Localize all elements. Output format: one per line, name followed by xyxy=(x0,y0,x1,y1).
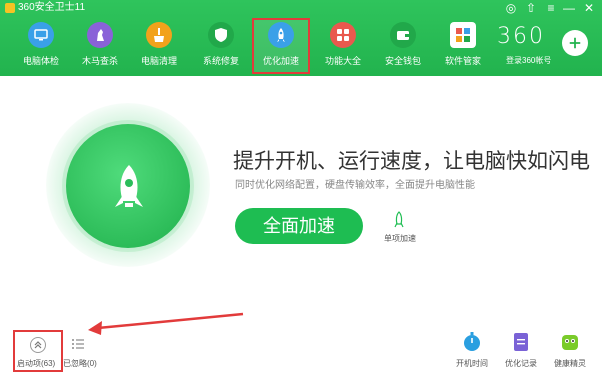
tool-optimize-history[interactable]: 优化记录 xyxy=(496,332,546,372)
upgrade-icon[interactable]: ⇧ xyxy=(522,1,540,15)
boot-items-label: 启动项(63) xyxy=(17,359,56,368)
menu-icon[interactable]: ≡ xyxy=(542,1,560,15)
apps-icon xyxy=(450,22,476,48)
rocket-icon xyxy=(268,22,294,48)
nav-item-cleanup[interactable]: 电脑清理 xyxy=(130,18,188,74)
nav-label: 系统修复 xyxy=(202,56,239,66)
close-icon[interactable]: ✕ xyxy=(580,1,598,15)
page-subtitle: 同时优化网络配置，硬盘传输效率，全面提升电脑性能 xyxy=(235,180,475,191)
app-title: 360安全卫士11 xyxy=(18,2,86,13)
page-headline: 提升开机、运行速度，让电脑快如闪电 xyxy=(233,150,590,173)
mascot-icon xyxy=(562,335,578,350)
stopwatch-icon xyxy=(464,332,480,351)
tool-health-mascot[interactable]: 健康精灵 xyxy=(545,332,595,372)
wallet-icon xyxy=(390,22,416,48)
document-icon xyxy=(514,333,528,351)
nav-label: 优化加速 xyxy=(262,56,299,66)
skin-icon[interactable]: ◎ xyxy=(502,1,520,15)
nav-label: 软件管家 xyxy=(444,56,481,66)
nav-item-features[interactable]: 功能大全 xyxy=(314,18,372,74)
plus-icon[interactable] xyxy=(562,30,588,56)
nav-label: 电脑体检 xyxy=(22,56,59,66)
brand-logo: 360 xyxy=(497,24,545,49)
double-up-icon xyxy=(30,337,46,353)
nav-item-wallet[interactable]: 安全钱包 xyxy=(374,18,432,74)
tool-label: 健康精灵 xyxy=(554,359,586,368)
boot-items-button[interactable]: 启动项(63) xyxy=(13,330,63,372)
nav-item-optimize[interactable]: 优化加速 xyxy=(252,18,310,74)
nav-item-software[interactable]: 软件管家 xyxy=(434,18,492,74)
nav-label: 木马查杀 xyxy=(81,56,118,66)
tool-label: 开机时间 xyxy=(456,359,488,368)
full-accelerate-button[interactable]: 全面加速 xyxy=(235,208,363,244)
minimize-icon[interactable]: — xyxy=(560,1,578,15)
shield-icon xyxy=(208,22,234,48)
title-bar: 360安全卫士11 ◎ ⇧ ≡ — ✕ xyxy=(0,0,602,16)
top-header: 360安全卫士11 ◎ ⇧ ≡ — ✕ 电脑体检 木马查杀 电脑清理 系统修复 … xyxy=(0,0,602,76)
single-rocket-icon[interactable] xyxy=(392,211,406,229)
nav-item-system-repair[interactable]: 系统修复 xyxy=(192,18,250,74)
rocket-icon xyxy=(115,165,143,207)
monitor-icon xyxy=(28,22,54,48)
nav-label: 功能大全 xyxy=(324,56,361,66)
nav-label: 电脑清理 xyxy=(140,56,177,66)
horse-icon xyxy=(87,22,113,48)
nav-label: 安全钱包 xyxy=(384,56,421,66)
tool-boot-time[interactable]: 开机时间 xyxy=(447,332,497,372)
nav-item-trojan-scan[interactable]: 木马查杀 xyxy=(71,18,129,74)
tool-label: 优化记录 xyxy=(505,359,537,368)
single-accelerate-label[interactable]: 单项加速 xyxy=(384,233,416,244)
grid-icon xyxy=(330,22,356,48)
list-icon[interactable] xyxy=(71,337,85,351)
login-link[interactable]: 登录360帐号 xyxy=(506,55,551,66)
nav-item-checkup[interactable]: 电脑体检 xyxy=(12,18,70,74)
broom-icon xyxy=(146,22,172,48)
ignored-items-label[interactable]: 已忽略(0) xyxy=(63,358,97,369)
app-logo-icon xyxy=(5,3,15,13)
